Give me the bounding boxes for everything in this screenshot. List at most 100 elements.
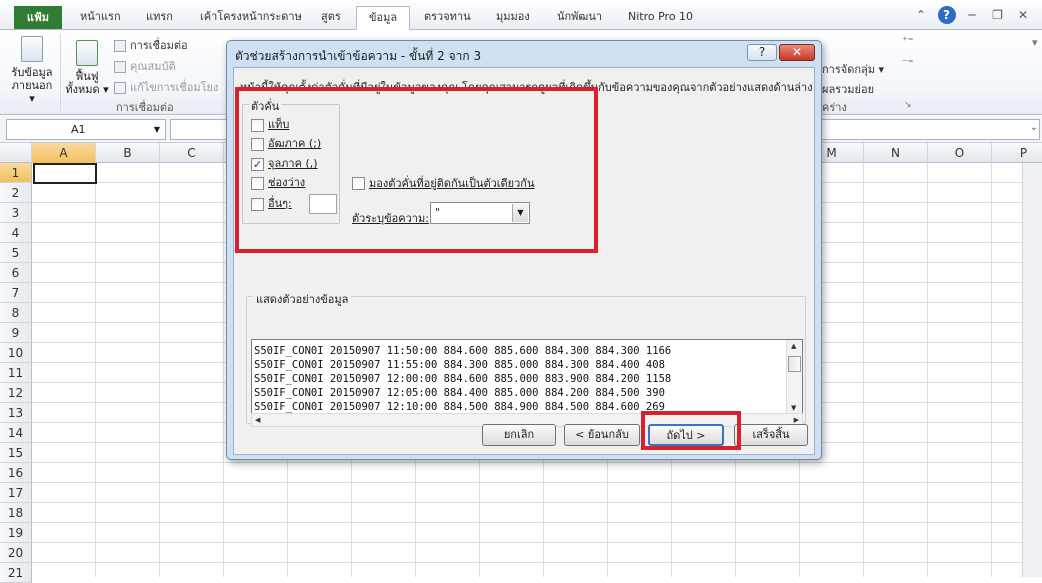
column-header-n[interactable]: N: [864, 143, 928, 163]
collapse-ribbon-icon[interactable]: ⌃: [912, 6, 930, 24]
outline-expand-icon[interactable]: ⁺⁼: [902, 34, 914, 47]
get-external-data-button[interactable]: รับข้อมูล ภายนอก ▾: [8, 36, 56, 105]
row-header-19[interactable]: 19: [0, 523, 32, 543]
tab-home[interactable]: หน้าแรก: [80, 6, 121, 30]
dialog-close-button[interactable]: ✕: [779, 44, 815, 61]
delimiters-group: ตัวคั่น แท็บ อัฒภาค (;) ✓ จุลภาค (,) ช่อง…: [242, 97, 340, 224]
row-header-18[interactable]: 18: [0, 503, 32, 523]
edit-links-button[interactable]: แก้ไขการเชื่อมโยง: [114, 78, 218, 96]
delimiter-other-checkbox[interactable]: [251, 197, 264, 211]
tab-review[interactable]: ตรวจทาน: [424, 6, 471, 30]
restore-icon[interactable]: ❐: [989, 6, 1007, 24]
delimiter-tab-checkbox[interactable]: [251, 118, 264, 132]
delimiter-comma-option[interactable]: ✓ จุลภาค (,): [251, 157, 318, 173]
select-all-corner[interactable]: [0, 143, 32, 163]
delimiter-semicolon-option[interactable]: อัฒภาค (;): [251, 137, 321, 153]
preview-vertical-scrollbar[interactable]: ▲ ▼: [786, 340, 802, 414]
back-button[interactable]: < ย้อนกลับ: [564, 424, 640, 446]
chevron-down-icon[interactable]: ▼: [512, 204, 528, 222]
row-header-7[interactable]: 7: [0, 283, 32, 303]
row-header-11[interactable]: 11: [0, 363, 32, 383]
vertical-scrollbar[interactable]: [1022, 163, 1042, 577]
connections-button[interactable]: การเชื่อมต่อ: [114, 36, 188, 54]
row-header-14[interactable]: 14: [0, 423, 32, 443]
column-header-a[interactable]: A: [32, 143, 96, 163]
column-header-o[interactable]: O: [928, 143, 992, 163]
preview-row: S50IF_CON0I 20150907 12:00:00 884.600 88…: [254, 373, 672, 385]
tab-insert[interactable]: แทรก: [146, 6, 173, 30]
next-button[interactable]: ถัดไป >: [648, 424, 724, 446]
delimiter-semicolon-checkbox[interactable]: [251, 137, 264, 151]
row-header-2[interactable]: 2: [0, 183, 32, 203]
row-header-20[interactable]: 20: [0, 543, 32, 563]
dialog-body: หน้านี้ให้คุณตั้งค่าตัวคั่นที่มีอยู่ในข้…: [233, 67, 815, 455]
delimiter-other-option[interactable]: อื่นๆ:: [251, 197, 292, 213]
row-header-1[interactable]: 1: [0, 163, 32, 183]
tab-data[interactable]: ข้อมูล: [356, 6, 411, 30]
row-header-17[interactable]: 17: [0, 483, 32, 503]
properties-button[interactable]: คุณสมบัติ: [114, 57, 176, 75]
window-controls: ⌃ ? ─ ❐ ✕: [908, 6, 1032, 26]
tab-file[interactable]: แฟ้ม: [14, 6, 62, 29]
refresh-all-button[interactable]: ฟื้นฟู ทั้งหมด ▾: [64, 40, 110, 96]
minimize-icon[interactable]: ─: [963, 6, 981, 24]
delimiter-space-option[interactable]: ช่องว่าง: [251, 176, 305, 192]
data-preview-box[interactable]: S50IF_CON0I 20150907 11:50:00 884.600 88…: [251, 339, 803, 415]
scroll-right-icon[interactable]: ▶: [794, 416, 799, 424]
row-header-15[interactable]: 15: [0, 443, 32, 463]
close-icon[interactable]: ✕: [1014, 6, 1032, 24]
ribbon-scroll-icon[interactable]: ▾: [1032, 36, 1038, 49]
tab-view[interactable]: มุมมอง: [496, 6, 530, 30]
consecutive-delimiters-label: มองตัวคั่นที่อยู่ติดกันเป็นตัวเดียวกัน: [369, 177, 535, 190]
row-header-16[interactable]: 16: [0, 463, 32, 483]
outline-collapse-icon[interactable]: ⁻⁼: [902, 56, 914, 69]
group-label-connections: การเชื่อมต่อ: [116, 101, 174, 114]
name-box[interactable]: A1 ▼: [6, 119, 166, 140]
column-header-p[interactable]: P: [992, 143, 1042, 163]
tab-nitro-pro[interactable]: Nitro Pro 10: [628, 6, 693, 30]
cancel-button[interactable]: ยกเลิก: [482, 424, 556, 446]
scroll-thumb[interactable]: [788, 356, 801, 372]
row-header-4[interactable]: 4: [0, 223, 32, 243]
delimiter-space-checkbox[interactable]: [251, 176, 264, 190]
row-header-13[interactable]: 13: [0, 403, 32, 423]
help-icon[interactable]: ?: [937, 6, 956, 24]
dialog-help-button[interactable]: ?: [747, 44, 777, 61]
active-cell[interactable]: [33, 163, 97, 184]
row-header-6[interactable]: 6: [0, 263, 32, 283]
column-header-b[interactable]: B: [96, 143, 160, 163]
data-preview-legend: แสดงตัวอย่างข้อมูล: [253, 290, 352, 308]
dialog-launcher-icon[interactable]: ↘: [904, 100, 912, 110]
consecutive-delimiters-checkbox[interactable]: [352, 176, 365, 190]
name-box-value: A1: [71, 123, 86, 136]
tab-developer[interactable]: นักพัฒนา: [557, 6, 602, 30]
expand-formula-bar-icon[interactable]: ⌄: [1030, 122, 1038, 133]
scroll-down-icon[interactable]: ▼: [791, 404, 796, 412]
delimiter-comma-checkbox[interactable]: ✓: [251, 157, 264, 171]
consecutive-delimiters-option[interactable]: มองตัวคั่นที่อยู่ติดกันเป็นตัวเดียวกัน: [352, 174, 534, 192]
chevron-down-icon[interactable]: ▼: [154, 120, 160, 139]
row-header-3[interactable]: 3: [0, 203, 32, 223]
row-header-12[interactable]: 12: [0, 383, 32, 403]
tab-page-layout[interactable]: เค้าโครงหน้ากระดาษ: [200, 6, 302, 30]
text-qualifier-select[interactable]: " ▼: [430, 202, 530, 224]
finish-button[interactable]: เสร็จสิ้น: [734, 424, 808, 446]
column-header-c[interactable]: C: [160, 143, 224, 163]
text-qualifier-value: ": [435, 206, 441, 219]
preview-row: S50IF_CON0I 20150907 12:10:00 884.500 88…: [254, 401, 665, 413]
delimiter-comma-label: จุลภาค (,): [268, 157, 318, 170]
delimiters-legend: ตัวคั่น: [249, 97, 282, 115]
row-header-21[interactable]: 21: [0, 563, 32, 583]
subtotal-button[interactable]: ผลรวมย่อย: [822, 80, 874, 98]
scroll-left-icon[interactable]: ◀: [255, 416, 260, 424]
delimiter-tab-option[interactable]: แท็บ: [251, 118, 289, 134]
row-header-8[interactable]: 8: [0, 303, 32, 323]
delimiter-other-input[interactable]: [309, 194, 337, 214]
get-external-label-2: ภายนอก ▾: [11, 79, 53, 105]
tab-formulas[interactable]: สูตร: [321, 6, 341, 30]
row-header-5[interactable]: 5: [0, 243, 32, 263]
row-header-9[interactable]: 9: [0, 323, 32, 343]
row-header-10[interactable]: 10: [0, 343, 32, 363]
group-by-button[interactable]: การจัดกลุ่ม ▾: [822, 60, 884, 78]
scroll-up-icon[interactable]: ▲: [791, 342, 796, 350]
